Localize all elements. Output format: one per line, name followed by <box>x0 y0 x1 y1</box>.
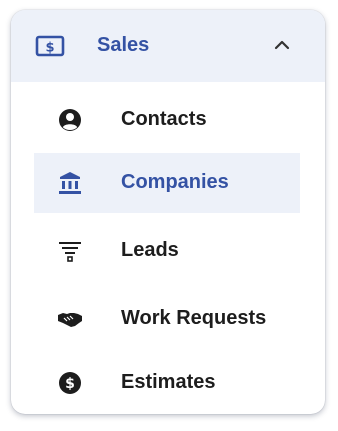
user-circle-icon <box>59 109 81 131</box>
menu-item-companies[interactable]: Companies <box>11 153 325 213</box>
menu-item-label: Estimates <box>121 371 216 393</box>
chevron-up-icon[interactable] <box>274 38 290 50</box>
menu-item-contacts[interactable]: Contacts <box>11 90 325 150</box>
menu-item-work-requests[interactable]: Work Requests <box>11 289 325 349</box>
menu-item-leads[interactable]: Leads <box>11 221 325 281</box>
svg-text:$: $ <box>45 41 54 56</box>
svg-text:$: $ <box>65 376 75 392</box>
dollar-bill-icon: $ <box>35 35 65 57</box>
sales-menu: $ Sales Contacts Companies Leads Work Re… <box>11 10 325 414</box>
handshake-icon <box>58 313 82 327</box>
menu-item-estimates[interactable]: $ Estimates <box>11 353 325 413</box>
menu-item-label: Contacts <box>121 108 207 130</box>
menu-item-label: Work Requests <box>121 307 267 329</box>
bank-building-icon <box>59 172 81 194</box>
menu-item-label: Companies <box>121 171 229 193</box>
dollar-circle-icon: $ <box>59 372 81 394</box>
sales-section-label: Sales <box>97 34 150 56</box>
filter-funnel-icon <box>59 242 81 262</box>
sales-section-header[interactable]: $ Sales <box>11 10 325 82</box>
menu-item-label: Leads <box>121 239 179 261</box>
